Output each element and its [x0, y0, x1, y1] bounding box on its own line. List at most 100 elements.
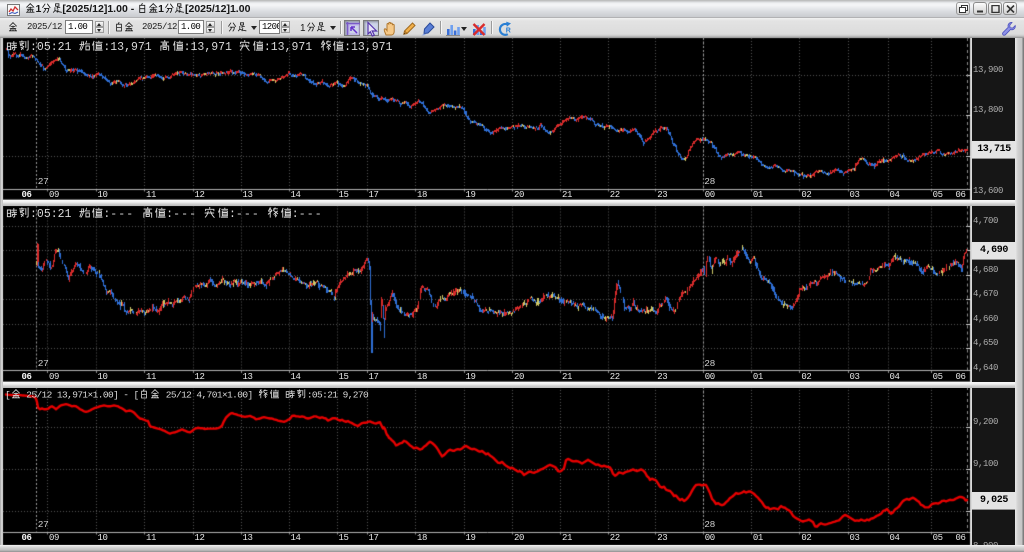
x-axis-label: 06 — [21, 371, 32, 382]
x-axis-label: 09 — [49, 371, 60, 382]
x-axis-label: 10 — [97, 533, 108, 543]
x-axis-label: 12 — [194, 533, 205, 543]
x-axis-label: 22 — [609, 190, 620, 200]
platinum-multiplier-input[interactable] — [178, 20, 204, 34]
x-axis-label: 00 — [704, 533, 715, 543]
x-axis-label: 00 — [704, 190, 715, 200]
x-axis-label: 21 — [562, 190, 573, 200]
x-axis-label: 03 — [849, 533, 860, 543]
close-button[interactable] — [1003, 2, 1017, 15]
x-axis-label: 13 — [242, 371, 253, 382]
x-axis-label: 18 — [417, 190, 428, 200]
x-axis-label: 11 — [146, 371, 157, 382]
x-axis-label: 18 — [417, 533, 428, 543]
x-axis-label: 13 — [242, 533, 253, 543]
x-axis-label: 20 — [514, 533, 525, 543]
svg-text:R: R — [506, 28, 511, 35]
maximize-button[interactable] — [988, 2, 1002, 15]
y-axis-label: 4,700 — [973, 215, 999, 226]
hand-pan-tool-button[interactable] — [381, 20, 397, 36]
toolbar-separator — [491, 21, 493, 34]
pencil-tool-button[interactable] — [400, 20, 416, 36]
x-axis-label: 17 — [368, 190, 379, 200]
refresh-button[interactable]: R — [495, 20, 511, 36]
x-axis-label: 22 — [609, 533, 620, 543]
day-marker-27: 27 — [37, 519, 49, 530]
platinum-contract-label: 2025/12 — [142, 22, 178, 32]
histogram-tool-button[interactable] — [444, 20, 467, 36]
x-axis-label: 03 — [849, 190, 860, 200]
x-axis-label: 15 — [338, 371, 349, 382]
x-axis-label: 15 — [338, 190, 349, 200]
minimize-button[interactable] — [973, 2, 987, 15]
window-bottom-border — [0, 545, 1024, 552]
x-axis-label: 02 — [801, 533, 812, 543]
combo-label — [227, 23, 247, 34]
last-price-box-spread: 9,025 — [972, 491, 1016, 509]
x-axis-label: 18 — [417, 371, 428, 382]
x-axis-label: 11 — [146, 533, 157, 543]
bar-count-down-button[interactable] — [281, 27, 290, 33]
x-axis-label: 12 — [194, 190, 205, 200]
app-icon — [7, 3, 20, 16]
day-marker-27: 27 — [37, 176, 49, 187]
chart-cursor-tool-button[interactable] — [344, 20, 360, 36]
y-axis-label: 9,100 — [973, 458, 999, 469]
gold-label — [8, 22, 18, 34]
gold-multiplier-down-button[interactable] — [95, 27, 104, 33]
day-marker-27: 27 — [37, 357, 49, 369]
x-axis-label: 17 — [368, 533, 379, 543]
x-axis-label: 06 — [21, 190, 32, 200]
x-axis-label: 12 — [194, 371, 205, 382]
chevron-down-icon — [329, 26, 336, 30]
y-axis-label: 9,200 — [973, 416, 999, 427]
chevron-down-icon — [251, 26, 257, 30]
x-axis-label: 05 — [932, 533, 943, 543]
x-axis-label: 01 — [752, 190, 763, 200]
bar-count-spinner — [259, 20, 290, 34]
x-axis-label: 11 — [146, 190, 157, 200]
x-axis-label: 23 — [657, 371, 668, 382]
last-price-box-gold: 13,715 — [972, 141, 1016, 159]
x-axis-label: 10 — [97, 190, 108, 200]
title-bar: 1 [2025/12]1.00 - 1 [2025/12]1.00 — [0, 0, 1024, 18]
select-arrow-tool-button[interactable] — [363, 20, 379, 37]
last-price-box-platinum: 4,690 — [972, 241, 1016, 259]
histogram-delete-button[interactable] — [470, 20, 486, 36]
toolbar-separator — [221, 21, 223, 34]
x-axis-label: 06 — [955, 371, 966, 382]
x-axis-label: 23 — [657, 533, 668, 543]
window-left-border — [0, 38, 3, 547]
toolbar: 2025/12 2025/12 1 R — [0, 18, 1024, 38]
y-axis-label: 13,800 — [973, 105, 1004, 116]
y-axis-label: 13,600 — [973, 185, 1004, 196]
bar-interval-combo[interactable]: 1 — [300, 22, 336, 34]
window-right-border — [1015, 38, 1024, 547]
x-axis-label: 06 — [955, 190, 966, 200]
x-axis-label: 09 — [49, 533, 60, 543]
x-axis-label: 19 — [465, 533, 476, 543]
toolbar-separator — [108, 21, 110, 34]
platinum-multiplier-down-button[interactable] — [206, 27, 215, 33]
panel-separator — [0, 199, 1015, 206]
x-axis-label: 06 — [955, 533, 966, 543]
gold-multiplier-input[interactable] — [65, 20, 93, 34]
x-axis-label: 23 — [657, 190, 668, 200]
y-axis-label: 4,650 — [973, 338, 999, 348]
marker-tool-button[interactable] — [419, 20, 435, 36]
settings-wrench-button[interactable] — [1000, 20, 1016, 36]
x-axis-label: 19 — [465, 371, 476, 382]
bar-count-input[interactable] — [259, 20, 280, 34]
cascade-windows-button[interactable] — [956, 2, 970, 15]
spin-buttons — [95, 21, 104, 33]
x-axis-label: 04 — [889, 371, 900, 382]
charts-canvas[interactable] — [0, 0, 1024, 552]
day-marker-28: 28 — [704, 519, 715, 530]
panel-separator — [0, 381, 1015, 388]
y-axis-label: 4,680 — [973, 264, 999, 275]
x-axis-label: 01 — [752, 533, 763, 543]
platinum-multiplier-spinner — [178, 20, 216, 34]
period-type-combo[interactable] — [227, 22, 257, 34]
y-axis-label: 4,640 — [973, 362, 999, 373]
x-axis-label: 14 — [290, 533, 301, 543]
